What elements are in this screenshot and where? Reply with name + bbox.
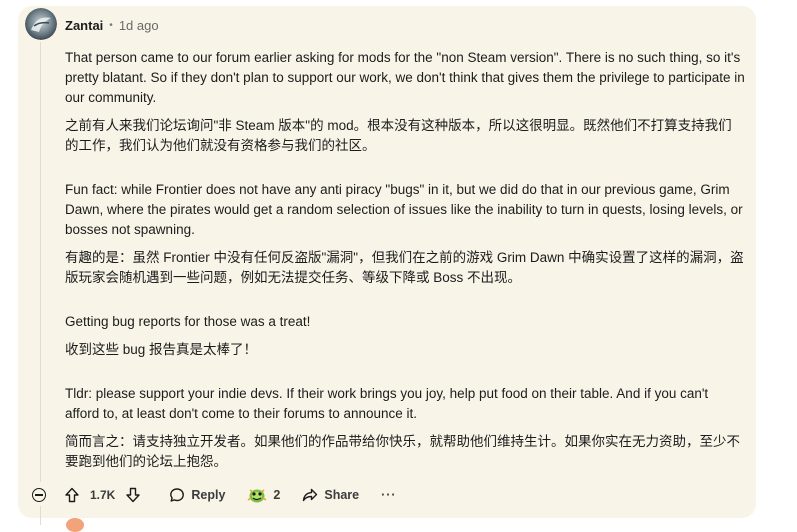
comment-timestamp[interactable]: 1d ago [119, 18, 159, 33]
paragraph-zh-3: 收到这些 bug 报告真是太棒了！ [65, 342, 258, 357]
vote-count: 1.7K [90, 488, 116, 502]
award-count: 2 [273, 488, 281, 502]
reply-icon [170, 488, 185, 502]
collapse-icon[interactable] [32, 488, 46, 502]
paragraph-en-2: Fun fact: while Frontier does not have a… [65, 182, 743, 237]
more-icon[interactable]: ··· [381, 488, 397, 502]
paragraph-zh-4: 简而言之：请支持独立开发者。如果他们的作品带给你快乐，就帮助他们维持生计。如果你… [65, 434, 740, 469]
separator-dot: • [109, 20, 113, 31]
more-label: ··· [381, 488, 397, 502]
award-icon [247, 489, 267, 503]
comment-actions: 1.7K Reply 2 Share ··· [32, 486, 419, 504]
share-button[interactable]: Share [302, 487, 359, 503]
thread-line-continuation[interactable] [40, 506, 41, 525]
comment-body: That person came to our forum earlier as… [65, 48, 745, 472]
upvote-icon[interactable] [64, 487, 80, 503]
reply-label: Reply [191, 488, 226, 502]
comment-header: Zantai • 1d ago [65, 18, 159, 33]
reply-button[interactable]: Reply [169, 487, 225, 503]
paragraph-zh-2: 有趣的是：虽然 Frontier 中没有任何反盗版"漏洞"，但我们在之前的游戏 … [65, 250, 744, 285]
thread-line[interactable] [40, 42, 41, 482]
paragraph-en-4: Tldr: please support your indie devs. If… [65, 386, 709, 421]
share-label: Share [324, 488, 360, 502]
award-button[interactable]: 2 [247, 486, 280, 504]
vote-group: 1.7K [64, 487, 141, 503]
avatar[interactable] [25, 8, 57, 40]
share-icon [303, 488, 318, 502]
paragraph-en-1: That person came to our forum earlier as… [65, 50, 745, 105]
paragraph-en-3: Getting bug reports for those was a trea… [65, 314, 311, 329]
author-name[interactable]: Zantai [65, 18, 103, 33]
downvote-icon[interactable] [125, 487, 141, 503]
next-comment-avatar[interactable] [66, 518, 84, 532]
paragraph-zh-1: 之前有人来我们论坛询问"非 Steam 版本"的 mod。根本没有这种版本，所以… [65, 118, 732, 153]
